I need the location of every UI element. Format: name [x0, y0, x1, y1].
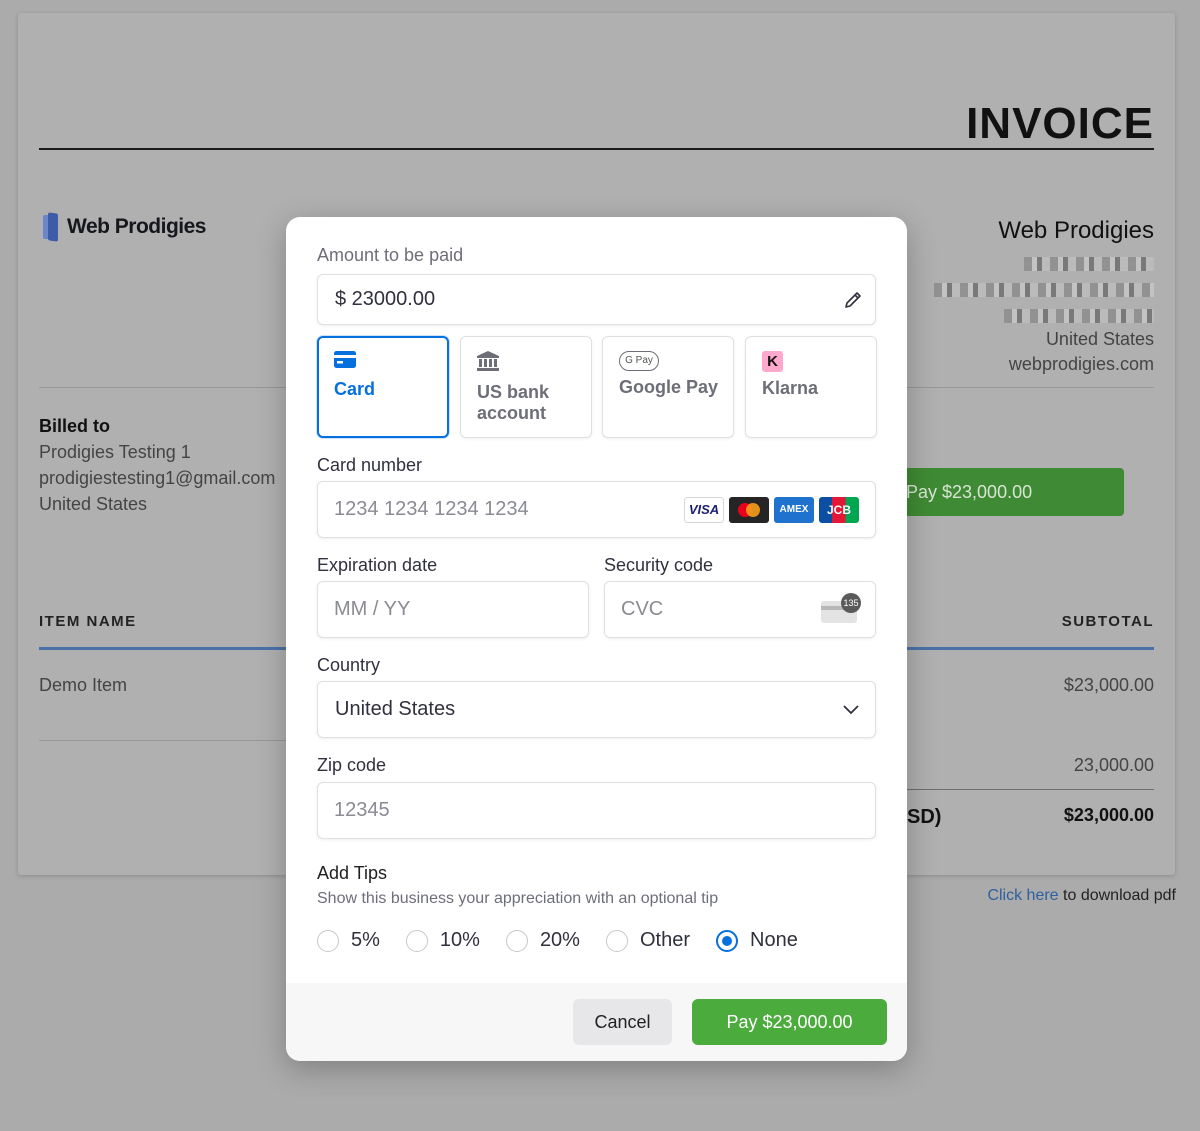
seller-name: Web Prodigies — [998, 217, 1154, 244]
title-rule — [39, 148, 1154, 150]
cvc-card-icon: 135 — [821, 592, 861, 623]
tip-option-5[interactable]: 5% — [317, 929, 380, 952]
tip-label-other: Other — [639, 929, 690, 951]
download-note-text: to download pdf — [1058, 887, 1176, 904]
billed-to: Billed to Prodigies Testing 1 prodigiest… — [39, 413, 275, 517]
seller-website: webprodigies.com — [1008, 354, 1154, 374]
klarna-icon: K — [762, 351, 783, 372]
card-icon — [334, 351, 356, 368]
tip-option-other[interactable]: Other — [605, 929, 690, 952]
country-select[interactable]: United States — [317, 681, 876, 738]
tip-option-none[interactable]: None — [716, 929, 798, 952]
tab-google-pay[interactable]: G Pay Google Pay — [602, 336, 734, 438]
amount-label: Amount to be paid — [317, 245, 464, 265]
logo-text: Web Prodigies — [67, 215, 206, 238]
amount-field[interactable]: $ 23000.00 — [317, 274, 876, 325]
tab-klarna-label: Klarna — [762, 378, 819, 398]
tip-label-none: None — [750, 929, 798, 951]
modal-footer: Cancel Pay $23,000.00 — [286, 983, 907, 1061]
redacted-address-3 — [1004, 309, 1154, 323]
radio-other[interactable] — [605, 929, 628, 952]
jcb-icon: JCB — [819, 496, 859, 523]
redacted-address-1 — [1024, 257, 1154, 271]
bank-icon — [477, 351, 499, 371]
card-number-label: Card number — [317, 455, 423, 475]
country-value: United States — [335, 698, 456, 720]
zip-label: Zip code — [317, 755, 387, 775]
amount-value: $ 23000.00 — [335, 288, 436, 310]
column-subtotal: SUBTOTAL — [1061, 613, 1154, 630]
tips-options: 5% 10% 20% Other None — [317, 929, 824, 952]
tips-subtitle: Show this business your appreciation wit… — [317, 890, 719, 907]
tip-option-20[interactable]: 20% — [505, 929, 580, 952]
table-header-rule-right — [907, 647, 1154, 650]
amex-icon: AMEX — [774, 496, 814, 523]
company-logo: Web Prodigies — [43, 212, 206, 242]
total-value: $23,000.00 — [1063, 805, 1154, 825]
tab-card[interactable]: Card — [317, 336, 449, 438]
tab-us-bank-account[interactable]: US bank account — [460, 336, 592, 438]
radio-10[interactable] — [405, 929, 428, 952]
chevron-down-icon — [843, 704, 859, 715]
invoice-pay-button[interactable]: Pay $23,000.00 — [898, 468, 1124, 516]
column-item-name: ITEM NAME — [39, 613, 137, 630]
payment-modal: Amount to be paid $ 23000.00 Card US ban… — [286, 217, 907, 1061]
table-header-rule-left — [39, 647, 286, 650]
radio-5[interactable] — [317, 929, 339, 952]
summary-divider — [907, 789, 1154, 790]
tab-klarna[interactable]: K Klarna — [745, 336, 877, 438]
visa-icon: VISA — [684, 496, 724, 523]
pay-button[interactable]: Pay $23,000.00 — [692, 999, 887, 1045]
download-pdf-link[interactable]: Click here — [987, 887, 1058, 904]
seller-country: United States — [1045, 329, 1154, 349]
invoice-title: INVOICE — [966, 99, 1154, 148]
row-divider-left — [39, 740, 286, 741]
cvc-input[interactable]: CVC 135 — [604, 581, 876, 638]
cvc-placeholder: CVC — [621, 598, 664, 620]
card-brand-icons: VISA AMEX JCB — [679, 496, 859, 523]
summary-subtotal: 23,000.00 — [1073, 755, 1154, 775]
tip-option-10[interactable]: 10% — [405, 929, 480, 952]
tab-bank-label: US bank account — [477, 382, 550, 423]
billed-email: prodigiestesting1@gmail.com — [39, 468, 276, 488]
card-number-placeholder: 1234 1234 1234 1234 — [334, 498, 529, 520]
logo-icon — [43, 212, 61, 242]
edit-pencil-icon[interactable] — [843, 290, 863, 310]
expiry-input[interactable]: MM / YY — [317, 581, 589, 638]
cancel-button[interactable]: Cancel — [573, 999, 672, 1045]
redacted-address-2 — [934, 283, 1154, 297]
header-divider-left — [39, 387, 286, 388]
zip-input[interactable]: 12345 — [317, 782, 876, 839]
tips-heading: Add Tips — [317, 863, 388, 883]
header-divider-right — [907, 387, 1154, 388]
mastercard-icon — [729, 496, 769, 523]
card-number-input[interactable]: 1234 1234 1234 1234 VISA AMEX JCB — [317, 481, 876, 538]
tip-label-10: 10% — [439, 929, 480, 951]
seller-info: Web Prodigies United States webprodigies… — [934, 217, 1154, 375]
tab-card-label: Card — [334, 379, 376, 399]
zip-placeholder: 12345 — [334, 799, 390, 821]
security-code-label: Security code — [604, 555, 714, 575]
total-label: SD) — [907, 806, 942, 828]
tab-google-pay-label: Google Pay — [619, 377, 719, 397]
country-label: Country — [317, 655, 381, 675]
billed-name: Prodigies Testing 1 — [39, 442, 191, 462]
radio-none[interactable] — [716, 929, 738, 952]
row-subtotal: $23,000.00 — [1063, 675, 1154, 695]
google-pay-icon: G Pay — [619, 351, 659, 371]
download-note: Click here to download pdf — [987, 887, 1176, 905]
billed-heading: Billed to — [39, 416, 110, 436]
tip-label-5: 5% — [351, 929, 380, 951]
expiry-label: Expiration date — [317, 555, 438, 575]
expiry-placeholder: MM / YY — [334, 598, 411, 620]
radio-20[interactable] — [505, 929, 528, 952]
row-item-name: Demo Item — [39, 675, 128, 695]
billed-country: United States — [39, 494, 148, 514]
tip-label-20: 20% — [539, 929, 580, 951]
